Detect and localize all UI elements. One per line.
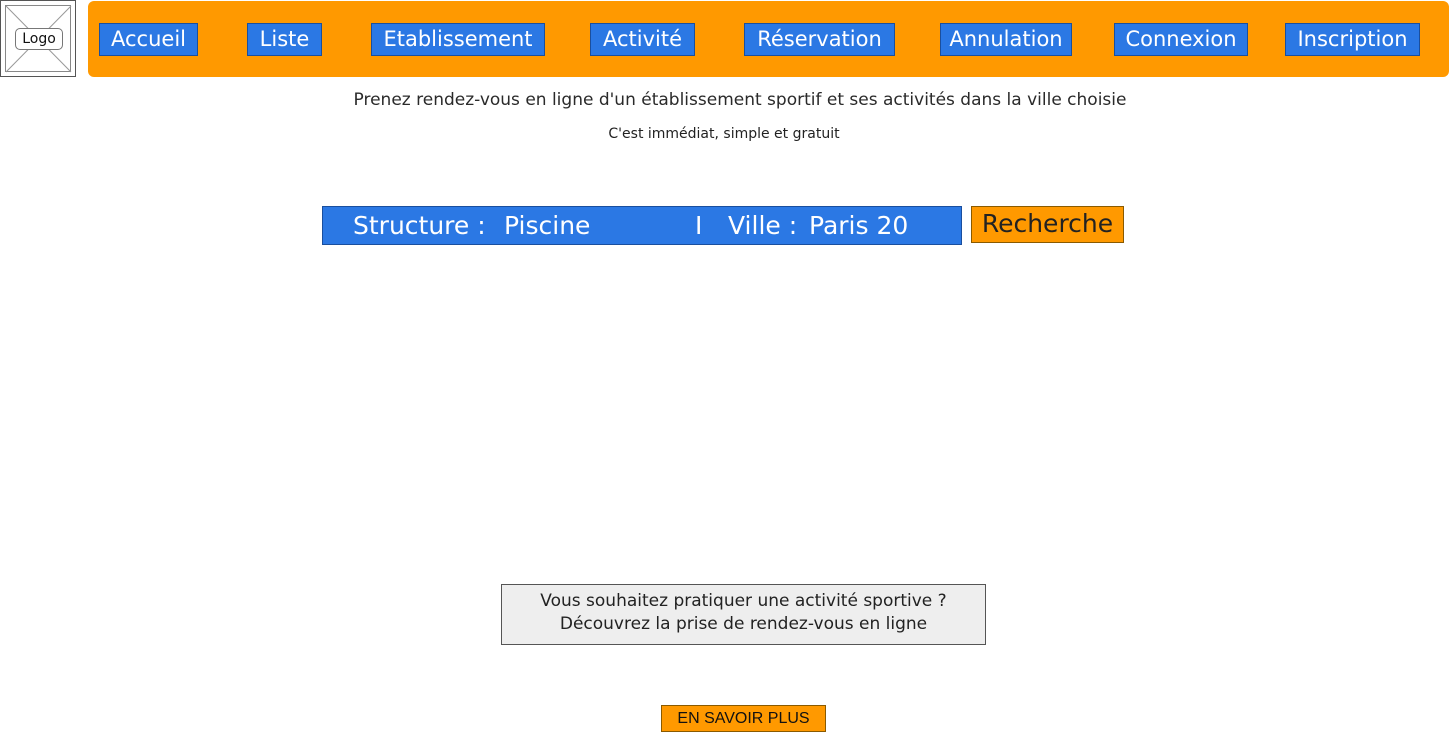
nav-activite[interactable]: Activité bbox=[590, 23, 695, 56]
search-button[interactable]: Recherche bbox=[971, 206, 1124, 243]
city-value: Paris 20 bbox=[809, 211, 909, 240]
info-line-1: Vous souhaitez pratiquer une activité sp… bbox=[540, 591, 947, 611]
logo-placeholder: Logo bbox=[0, 0, 76, 77]
nav-reservation[interactable]: Réservation bbox=[744, 23, 895, 56]
info-box: Vous souhaitez pratiquer une activité sp… bbox=[501, 584, 986, 645]
hero-subline: C'est immédiat, simple et gratuit bbox=[608, 126, 840, 142]
search-input[interactable]: Structure : Piscine I Ville : Paris 20 bbox=[322, 206, 962, 245]
search-separator: I bbox=[695, 211, 703, 240]
nav-accueil[interactable]: Accueil bbox=[99, 23, 198, 56]
nav-inscription[interactable]: Inscription bbox=[1285, 23, 1420, 56]
learn-more-button[interactable]: EN SAVOIR PLUS bbox=[661, 705, 826, 732]
nav-connexion[interactable]: Connexion bbox=[1114, 23, 1248, 56]
city-label: Ville : bbox=[728, 211, 798, 240]
structure-value: Piscine bbox=[504, 211, 591, 240]
main-navbar: Accueil Liste Etablissement Activité Rés… bbox=[88, 1, 1449, 77]
nav-liste[interactable]: Liste bbox=[247, 23, 322, 56]
nav-annulation[interactable]: Annulation bbox=[940, 23, 1072, 56]
info-line-2: Découvrez la prise de rendez-vous en lig… bbox=[559, 614, 928, 634]
nav-etablissement[interactable]: Etablissement bbox=[371, 23, 545, 56]
page: Logo Accueil Liste Etablissement Activit… bbox=[0, 0, 1450, 732]
structure-label: Structure : bbox=[353, 211, 486, 240]
logo-label: Logo bbox=[15, 28, 63, 50]
hero-headline: Prenez rendez-vous en ligne d'un établis… bbox=[353, 90, 1127, 110]
